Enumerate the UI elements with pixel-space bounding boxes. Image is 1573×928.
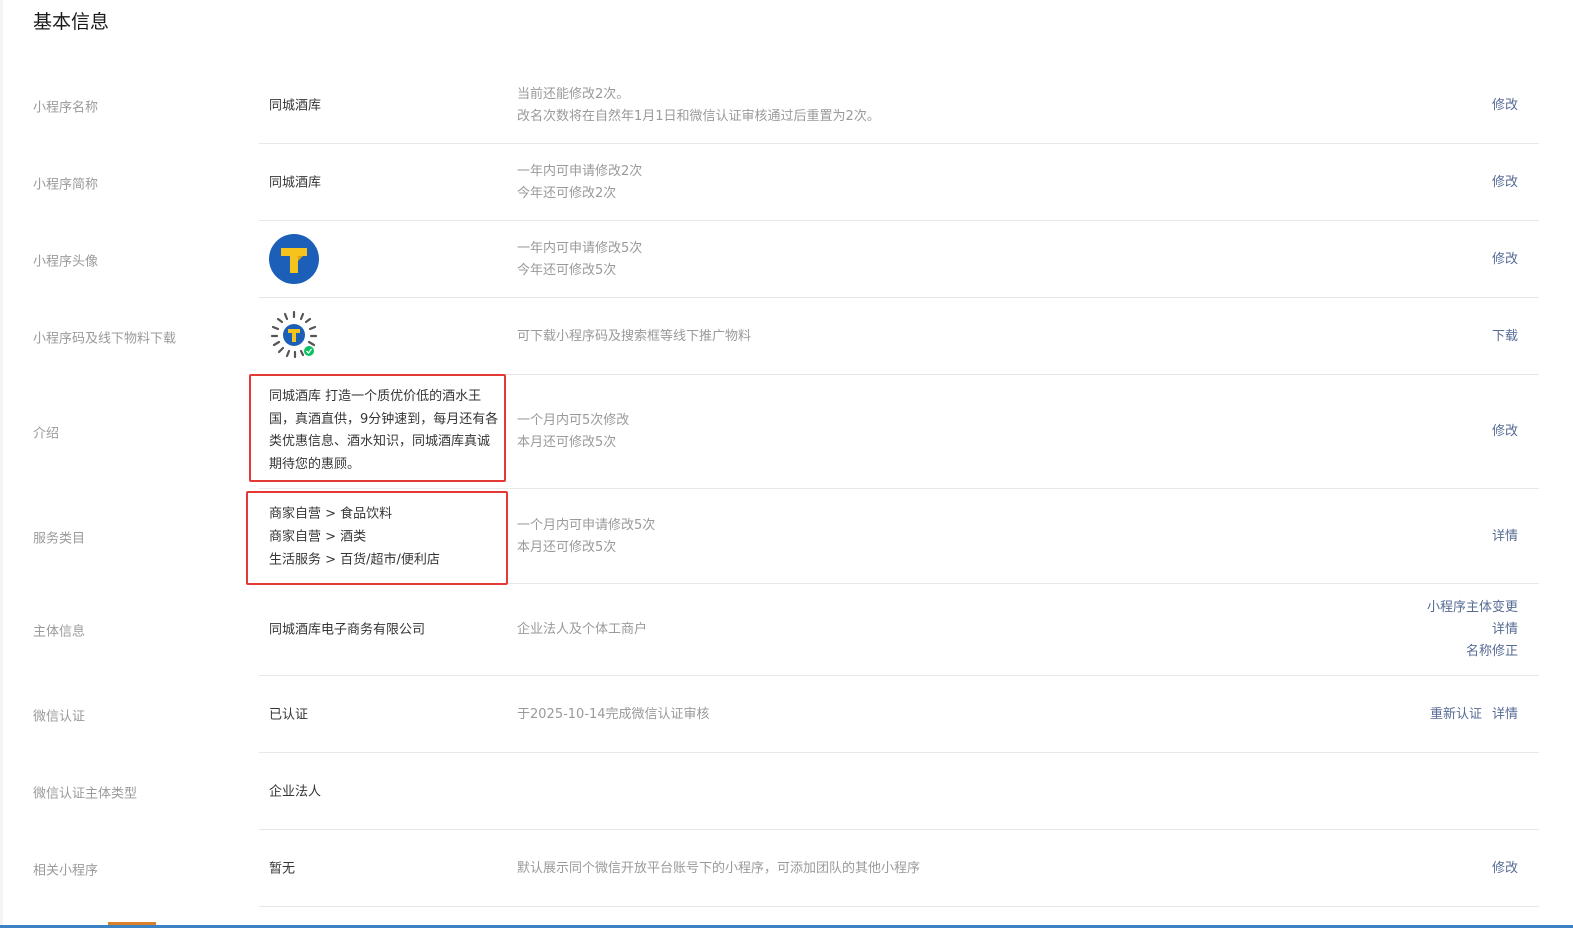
row-value: 同城酒库电子商务有限公司 <box>269 622 426 638</box>
desc-line: 当前还能修改2次。 <box>517 86 630 102</box>
mini-program-code-icon <box>270 310 318 359</box>
row-actions: 小程序主体变更 详情 名称修正 <box>1427 597 1518 663</box>
row-value: 企业法人 <box>269 784 322 799</box>
edit-intro-link[interactable]: 修改 <box>1492 424 1518 439</box>
row-desc: 一个月内可申请修改5次 本月还可修改5次 <box>517 515 655 559</box>
recertify-link[interactable]: 重新认证 <box>1430 707 1482 722</box>
desc-line: 改名次数将在自然年1月1日和微信认证审核通过后重置为2次。 <box>517 108 880 124</box>
row-actions: 修改 <box>1492 95 1518 117</box>
row-actions: 下载 <box>1492 326 1518 348</box>
row-intro: 介绍 一个月内可5次修改 本月还可修改5次 修改 <box>0 375 1573 489</box>
desc-line: 于2025-10-14完成微信认证审核 <box>517 706 710 722</box>
highlight-box-category <box>246 491 508 585</box>
desc-line: 默认展示同个微信开放平台账号下的小程序，可添加团队的其他小程序 <box>517 860 921 876</box>
row-label: 微信认证 <box>33 709 86 724</box>
row-label: 小程序头像 <box>33 254 99 269</box>
page-title: 基本信息 <box>33 11 110 33</box>
row-value: 同城酒库 <box>269 98 322 113</box>
row-qrcode: 小程序码及线下物料下载 可下载小程序码及搜索框等线下推广物料 下载 <box>0 298 1573 375</box>
row-label: 小程序名称 <box>33 100 99 115</box>
row-desc: 一年内可申请修改5次 今年还可修改5次 <box>517 238 642 282</box>
row-desc: 当前还能修改2次。 改名次数将在自然年1月1日和微信认证审核通过后重置为2次。 <box>517 84 880 128</box>
mini-program-logo-icon <box>269 234 319 284</box>
row-label: 主体信息 <box>33 624 86 640</box>
row-actions: 修改 <box>1492 249 1518 271</box>
row-actions: 重新认证 详情 <box>1430 704 1518 726</box>
name-correction-link[interactable]: 名称修正 <box>1427 641 1518 663</box>
row-desc: 可下载小程序码及搜索框等线下推广物料 <box>517 326 751 348</box>
download-link[interactable]: 下载 <box>1492 329 1518 344</box>
edit-related-link[interactable]: 修改 <box>1492 861 1518 876</box>
desc-line: 一年内可申请修改5次 <box>517 240 643 256</box>
row-value: 同城酒库 <box>269 175 322 190</box>
divider <box>259 906 1539 907</box>
category-details-link[interactable]: 详情 <box>1492 529 1518 544</box>
row-label: 小程序简称 <box>33 177 99 192</box>
row-entity: 主体信息 同城酒库电子商务有限公司 企业法人及个体工商户 小程序主体变更 详情 … <box>0 584 1573 676</box>
row-desc: 一个月内可5次修改 本月还可修改5次 <box>517 410 629 454</box>
row-label: 微信认证主体类型 <box>33 786 138 801</box>
cert-details-link[interactable]: 详情 <box>1492 707 1518 722</box>
desc-line: 本月还可修改5次 <box>517 539 617 555</box>
entity-details-link[interactable]: 详情 <box>1427 619 1518 641</box>
entity-change-link[interactable]: 小程序主体变更 <box>1427 597 1518 619</box>
row-label: 介绍 <box>33 426 60 442</box>
edit-short-name-link[interactable]: 修改 <box>1492 175 1518 190</box>
row-actions: 详情 <box>1492 526 1518 548</box>
row-value: 暂无 <box>269 861 296 876</box>
row-value: 已认证 <box>269 707 309 722</box>
row-name: 小程序名称 同城酒库 当前还能修改2次。 改名次数将在自然年1月1日和微信认证审… <box>0 67 1573 144</box>
row-label: 服务类目 <box>33 531 86 546</box>
row-desc: 于2025-10-14完成微信认证审核 <box>517 704 710 726</box>
row-category: 服务类目 商家自营 > 食品饮料 商家自营 > 酒类 生活服务 > 百货/超市/… <box>0 489 1573 584</box>
row-actions: 修改 <box>1492 858 1518 880</box>
row-desc: 企业法人及个体工商户 <box>517 619 647 641</box>
row-short-name: 小程序简称 同城酒库 一年内可申请修改2次 今年还可修改2次 修改 <box>0 144 1573 221</box>
desc-line: 一个月内可5次修改 <box>517 413 630 428</box>
desc-line: 本月还可修改5次 <box>517 435 617 450</box>
desc-line: 一个月内可申请修改5次 <box>517 517 656 533</box>
row-label: 相关小程序 <box>33 863 99 878</box>
row-desc: 一年内可申请修改2次 今年还可修改2次 <box>517 161 642 205</box>
row-related: 相关小程序 暂无 默认展示同个微信开放平台账号下的小程序，可添加团队的其他小程序… <box>0 830 1573 907</box>
desc-line: 今年还可修改5次 <box>517 262 617 278</box>
row-actions: 修改 <box>1492 421 1518 443</box>
row-cert-type: 微信认证主体类型 企业法人 <box>0 753 1573 830</box>
edit-avatar-link[interactable]: 修改 <box>1492 252 1518 267</box>
edit-name-link[interactable]: 修改 <box>1492 98 1518 113</box>
row-desc: 默认展示同个微信开放平台账号下的小程序，可添加团队的其他小程序 <box>517 858 920 880</box>
highlight-box-intro <box>249 374 506 482</box>
desc-line: 企业法人及个体工商户 <box>517 622 648 637</box>
row-actions: 修改 <box>1492 172 1518 194</box>
row-label: 小程序码及线下物料下载 <box>33 331 177 346</box>
desc-line: 今年还可修改2次 <box>517 185 617 201</box>
desc-line: 可下载小程序码及搜索框等线下推广物料 <box>517 328 752 344</box>
desc-line: 一年内可申请修改2次 <box>517 163 643 179</box>
row-avatar: 小程序头像 一年内可申请修改5次 今年还可修改5次 修改 <box>0 221 1573 298</box>
row-wechat-cert: 微信认证 已认证 于2025-10-14完成微信认证审核 重新认证 详情 <box>0 676 1573 753</box>
